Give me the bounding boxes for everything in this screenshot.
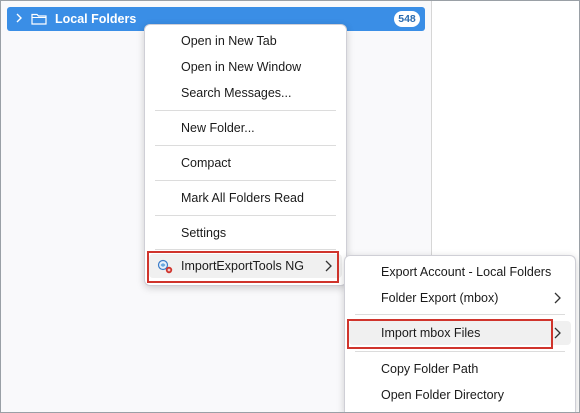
unread-count-badge: 548 <box>394 11 420 27</box>
submenu-arrow-icon <box>554 327 561 339</box>
menuitem-label: Settings <box>181 226 227 240</box>
folder-context-menu: Open in New Tab Open in New Window Searc… <box>144 24 347 286</box>
menuitem-label: Import mbox Files <box>381 326 481 340</box>
menuitem-import-mbox-files[interactable]: Import mbox Files <box>349 321 571 345</box>
menuitem-label: Compact <box>181 156 232 170</box>
submenu-arrow-icon <box>554 292 561 304</box>
menuitem-copy-folder-path[interactable]: Copy Folder Path <box>349 357 571 381</box>
menuitem-label: Export Account - Local Folders <box>381 265 552 279</box>
menu-separator <box>155 145 336 146</box>
menu-separator <box>355 351 565 352</box>
menu-separator <box>155 180 336 181</box>
importexport-addon-icon <box>157 258 174 275</box>
menuitem-compact[interactable]: Compact <box>149 151 342 175</box>
menuitem-label: Copy Folder Path <box>381 362 479 376</box>
menuitem-label: New Folder... <box>181 121 255 135</box>
menuitem-open-folder-directory[interactable]: Open Folder Directory <box>349 383 571 407</box>
menuitem-importexporttools[interactable]: ImportExportTools NG <box>149 254 342 278</box>
menu-separator <box>155 215 336 216</box>
menu-separator <box>155 110 336 111</box>
menuitem-open-new-window[interactable]: Open in New Window <box>149 55 342 79</box>
menuitem-settings[interactable]: Settings <box>149 221 342 245</box>
menuitem-label: Search Messages... <box>181 86 292 100</box>
menuitem-search-messages[interactable]: Search Messages... <box>149 81 342 105</box>
menuitem-label: Folder Export (mbox) <box>381 291 499 305</box>
menuitem-folder-export-mbox[interactable]: Folder Export (mbox) <box>349 286 571 310</box>
menuitem-label: ImportExportTools NG <box>181 259 304 273</box>
menuitem-open-new-tab[interactable]: Open in New Tab <box>149 29 342 53</box>
chevron-right-icon[interactable] <box>9 12 29 26</box>
folder-icon <box>31 13 47 25</box>
submenu-arrow-icon <box>325 260 332 272</box>
menu-separator <box>155 249 336 250</box>
menu-separator <box>355 314 565 315</box>
menuitem-label: Open in New Tab <box>181 34 277 48</box>
menuitem-label: Open in New Window <box>181 60 302 74</box>
menuitem-mark-all-read[interactable]: Mark All Folders Read <box>149 186 342 210</box>
menuitem-label: Mark All Folders Read <box>181 191 304 205</box>
menuitem-label: Open Folder Directory <box>381 388 504 402</box>
folder-label: Local Folders <box>55 12 137 26</box>
menuitem-export-account[interactable]: Export Account - Local Folders <box>349 260 571 284</box>
importexport-submenu: Export Account - Local Folders Folder Ex… <box>344 255 576 413</box>
menuitem-new-folder[interactable]: New Folder... <box>149 116 342 140</box>
